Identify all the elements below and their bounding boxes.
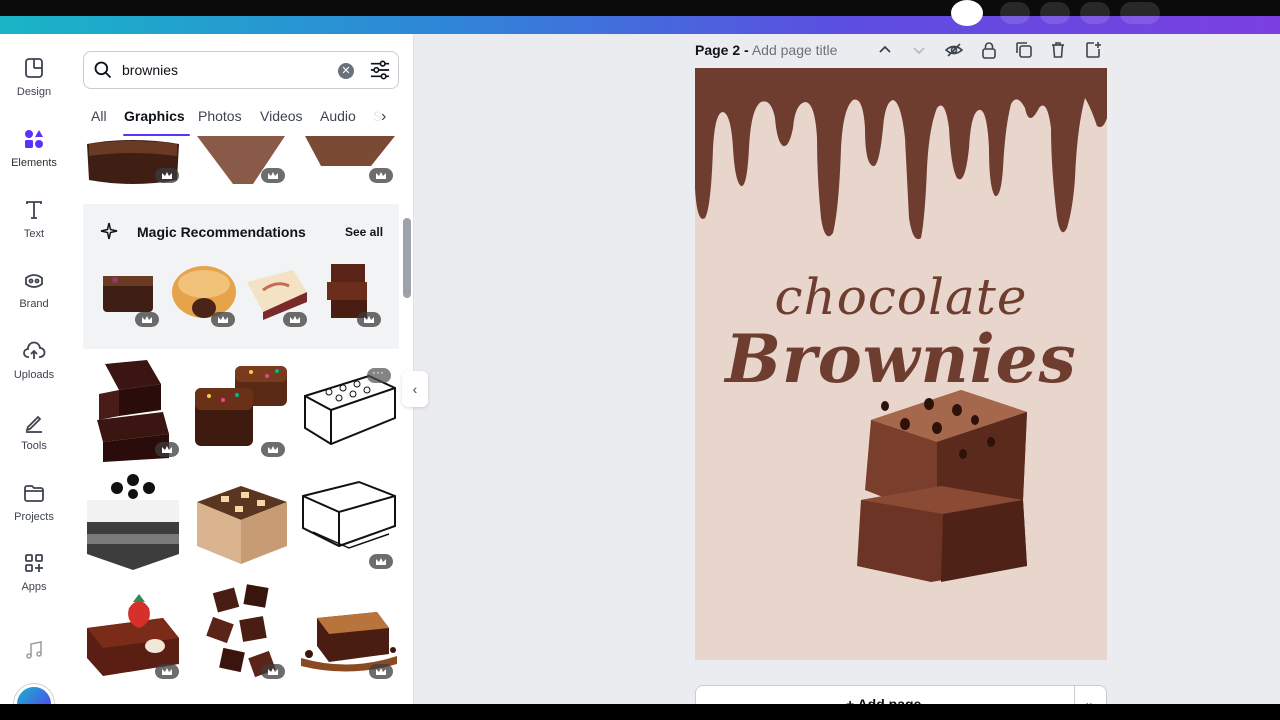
header-button[interactable]	[1000, 2, 1030, 24]
rail-label: Uploads	[13, 369, 55, 381]
page-header: Page 2 - Add page title	[695, 39, 1107, 63]
magic-assistant-button[interactable]	[14, 684, 54, 704]
add-page-button[interactable]: + Add page ⌄	[695, 685, 1107, 704]
duplicate-page-icon[interactable]	[1015, 41, 1033, 59]
rail-item-uploads[interactable]: Uploads	[0, 339, 68, 403]
chevron-right-icon[interactable]: ›	[381, 108, 386, 126]
rail-label: Apps	[21, 581, 47, 593]
editor-app: Design Elements Text Brand Uploads Tools…	[0, 34, 1280, 704]
tools-icon	[25, 415, 42, 433]
search-value: brownies	[122, 62, 179, 78]
letterbox-bottom	[0, 704, 1280, 720]
divider	[1074, 686, 1075, 704]
rail-item-apps[interactable]: Apps	[0, 551, 68, 615]
brownie-stack-graphic[interactable]	[851, 390, 1031, 585]
chevron-up-icon[interactable]	[876, 41, 894, 59]
rail-item-tools[interactable]: Tools	[0, 410, 68, 474]
panel-scrollbar[interactable]	[403, 218, 411, 298]
rail-label: Text	[23, 228, 45, 240]
magic-recommendations-title: Magic Recommendations	[137, 224, 306, 240]
rail-label: Elements	[11, 157, 57, 169]
premium-crown-icon	[135, 312, 159, 327]
chevron-left-icon: ‹	[412, 381, 418, 397]
page-title[interactable]: Page 2 - Add page title	[695, 42, 837, 58]
page-title-placeholder[interactable]: Add page title	[752, 42, 838, 58]
premium-crown-icon	[261, 442, 285, 457]
rail-label: Design	[16, 86, 52, 98]
chevron-down-icon[interactable]: ⌄	[1084, 695, 1094, 704]
text-icon	[26, 201, 42, 219]
rail-item-elements[interactable]: Elements	[0, 127, 68, 191]
header-button[interactable]	[1120, 2, 1160, 24]
tab-graphics[interactable]: Graphics	[124, 108, 185, 124]
rail-label: Projects	[14, 511, 54, 523]
result-tile-brownie-sketch[interactable]	[299, 476, 399, 566]
sparkle-icon	[100, 222, 118, 240]
filter-icon[interactable]	[369, 60, 391, 80]
premium-crown-icon	[155, 664, 179, 679]
avatar[interactable]	[951, 0, 983, 26]
elements-panel: brownies ✕ All Graphics Photos Videos Au…	[68, 34, 414, 704]
hide-page-icon[interactable]	[945, 41, 963, 59]
clear-search-icon[interactable]: ✕	[338, 63, 354, 79]
delete-page-icon[interactable]	[1049, 41, 1067, 59]
magic-recommendations: Magic Recommendations See all	[83, 204, 399, 349]
music-note-icon	[26, 641, 42, 659]
rail-item-brand[interactable]: Brand	[0, 268, 68, 332]
header-button[interactable]	[1040, 2, 1070, 24]
result-tabs: All Graphics Photos Videos Audio S ›	[83, 106, 399, 136]
search-input[interactable]: brownies ✕	[83, 51, 399, 89]
premium-crown-icon	[283, 312, 307, 327]
tab-photos[interactable]: Photos	[198, 108, 242, 124]
premium-crown-icon	[357, 312, 381, 327]
rail-item-projects[interactable]: Projects	[0, 481, 68, 545]
premium-crown-icon	[155, 168, 179, 183]
rail-item-audio[interactable]	[0, 638, 68, 668]
brand-icon	[25, 274, 43, 288]
rail-label: Tools	[21, 440, 47, 452]
apps-icon	[25, 554, 43, 572]
design-heading-line1[interactable]: chocolate	[695, 268, 1107, 326]
elements-icon	[25, 130, 43, 148]
design-page[interactable]: chocolate Brownies	[695, 68, 1107, 660]
see-all-link[interactable]: See all	[345, 225, 383, 239]
tab-all[interactable]: All	[91, 108, 107, 124]
design-heading-line2[interactable]: Brownies	[695, 320, 1107, 398]
rail-item-design[interactable]: Design	[0, 56, 68, 120]
results-grid: Magic Recommendations See all ···	[83, 136, 403, 704]
search-icon	[94, 61, 112, 79]
result-tile-cookies-cream-brownie[interactable]	[85, 474, 181, 572]
rail-label: Brand	[19, 298, 49, 310]
premium-crown-icon	[211, 312, 235, 327]
projects-icon	[24, 485, 44, 502]
result-tile-flat-brownie[interactable]	[191, 480, 291, 566]
header-button[interactable]	[1080, 2, 1110, 24]
premium-crown-icon	[155, 442, 179, 457]
premium-crown-icon	[369, 554, 393, 569]
add-page-label: + Add page	[846, 696, 922, 704]
rail-item-text[interactable]: Text	[0, 198, 68, 262]
premium-crown-icon	[369, 168, 393, 183]
tab-videos[interactable]: Videos	[260, 108, 303, 124]
premium-crown-icon	[261, 168, 285, 183]
premium-crown-icon	[369, 664, 393, 679]
chocolate-drip-graphic[interactable]	[695, 68, 1107, 248]
page-number-label: Page 2 -	[695, 42, 749, 58]
left-rail: Design Elements Text Brand Uploads Tools…	[0, 34, 68, 704]
tab-audio[interactable]: Audio	[320, 108, 356, 124]
premium-crown-icon	[261, 664, 285, 679]
lock-icon[interactable]	[980, 41, 998, 59]
add-page-icon[interactable]	[1084, 41, 1102, 59]
chevron-down-icon[interactable]	[910, 41, 928, 59]
uploads-icon	[23, 341, 46, 359]
top-header-bar	[0, 0, 1280, 34]
more-options-icon[interactable]: ···	[367, 365, 391, 383]
collapse-panel-button[interactable]: ‹	[402, 371, 428, 407]
design-icon	[25, 58, 43, 78]
